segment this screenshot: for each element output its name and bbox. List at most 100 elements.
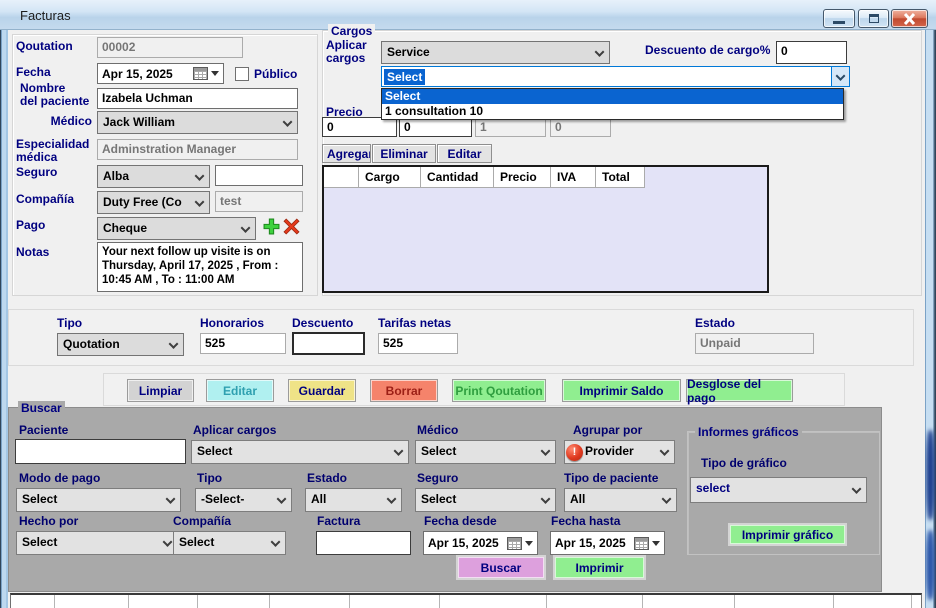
grid-column bbox=[270, 595, 350, 608]
publico-checkbox[interactable] bbox=[235, 67, 249, 81]
print-qoutation-button[interactable]: Print Qoutation bbox=[452, 379, 546, 402]
aplicar-cargos-search-value: Select bbox=[197, 444, 232, 458]
dropdown-arrow-icon bbox=[525, 541, 533, 546]
grid-header-precio[interactable]: Precio bbox=[494, 167, 551, 188]
medico-search-combobox[interactable]: Select bbox=[415, 440, 556, 464]
modo-pago-combobox[interactable]: Select bbox=[16, 488, 181, 512]
estado-label: Estado bbox=[695, 317, 735, 330]
descuento-cargo-field[interactable]: 0 bbox=[776, 41, 847, 64]
estado-search-combobox[interactable]: All bbox=[305, 488, 402, 512]
descuento-cargo-label: Descuento de cargo% bbox=[645, 44, 770, 57]
grid-header-cargo[interactable]: Cargo bbox=[359, 167, 421, 188]
aplicar-cargos-label: Aplicar cargos bbox=[326, 39, 367, 65]
client-area: Qoutation 00002 Fecha Apr 15, 2025 Públi… bbox=[8, 30, 925, 608]
especialidad-field[interactable]: Adminstration Manager bbox=[97, 139, 298, 160]
add-payment-icon[interactable] bbox=[263, 218, 280, 235]
nombre-paciente-field[interactable]: Izabela Uchman bbox=[97, 88, 298, 109]
close-button[interactable] bbox=[891, 9, 928, 28]
tipo-grafico-combobox[interactable]: select bbox=[690, 477, 867, 503]
precio-field-3[interactable]: 1 bbox=[475, 117, 546, 137]
imprimir-grafico-button[interactable]: Imprimir gráfico bbox=[728, 523, 847, 546]
seguro-combobox[interactable]: Alba bbox=[97, 165, 210, 188]
agrupar-por-value: Provider bbox=[585, 444, 634, 458]
eliminar-button[interactable]: Eliminar bbox=[372, 144, 436, 163]
tarifas-netas-field[interactable]: 525 bbox=[378, 333, 458, 354]
modo-pago-value: Select bbox=[22, 492, 57, 506]
grid-column bbox=[735, 595, 834, 608]
buscar-button[interactable]: Buscar bbox=[456, 555, 546, 580]
tipo-grafico-value: select bbox=[696, 481, 730, 495]
agregar-button[interactable]: Agregar bbox=[322, 144, 371, 163]
fecha-desde-value: Apr 15, 2025 bbox=[428, 536, 499, 550]
limpiar-button[interactable]: Limpiar bbox=[127, 379, 194, 402]
seguro-search-combobox[interactable]: Select bbox=[415, 488, 556, 512]
tipo-search-label: Tipo bbox=[197, 472, 222, 485]
cargo-item-combobox[interactable]: Select bbox=[381, 66, 850, 87]
buscar-panel: Paciente Aplicar cargos Select Médico Se… bbox=[8, 407, 882, 592]
editar-button[interactable]: Editar bbox=[206, 379, 274, 402]
minimize-button[interactable] bbox=[823, 9, 855, 28]
guardar-button[interactable]: Guardar bbox=[288, 379, 356, 402]
desktop-blob bbox=[926, 430, 935, 520]
grid-column bbox=[643, 595, 735, 608]
dropdown-option-select[interactable]: Select bbox=[382, 89, 843, 104]
compania-extra-field[interactable]: test bbox=[215, 191, 303, 212]
agrupar-por-label: Agrupar por bbox=[573, 424, 642, 437]
medico-combobox[interactable]: Jack William bbox=[97, 111, 298, 134]
dropdown-option-consultation[interactable]: 1 consultation 10 bbox=[382, 104, 843, 119]
factura-input[interactable] bbox=[316, 531, 411, 555]
grid-column bbox=[129, 595, 198, 608]
medico-search-label: Médico bbox=[417, 424, 458, 437]
delete-payment-icon[interactable] bbox=[283, 218, 300, 235]
desglose-pago-button[interactable]: Desglose del pago bbox=[686, 379, 793, 402]
tipo-search-combobox[interactable]: -Select- bbox=[195, 488, 292, 512]
notas-field[interactable]: Your next follow up visite is on Thursda… bbox=[97, 242, 303, 292]
aplicar-cargos-search-combobox[interactable]: Select bbox=[191, 440, 409, 464]
seguro-search-label: Seguro bbox=[417, 472, 458, 485]
notas-label: Notas bbox=[16, 246, 49, 259]
maximize-button[interactable] bbox=[858, 9, 889, 28]
tipo-paciente-combobox[interactable]: All bbox=[564, 488, 677, 512]
imprimir-saldo-button[interactable]: Imprimir Saldo bbox=[562, 379, 681, 402]
grid-header-total[interactable]: Total bbox=[596, 167, 645, 188]
paciente-search-input[interactable] bbox=[15, 439, 186, 464]
fecha-datepicker[interactable]: Apr 15, 2025 bbox=[97, 63, 224, 84]
borrar-button[interactable]: Borrar bbox=[370, 379, 438, 402]
medico-value: Jack William bbox=[103, 115, 175, 129]
estado-field[interactable]: Unpaid bbox=[695, 333, 814, 354]
imprimir-button[interactable]: Imprimir bbox=[553, 555, 646, 580]
qoutation-field[interactable]: 00002 bbox=[97, 37, 243, 58]
window-title: Facturas bbox=[20, 8, 71, 23]
grid-column bbox=[350, 595, 440, 608]
editar-item-button[interactable]: Editar bbox=[437, 144, 492, 163]
fecha-label: Fecha bbox=[16, 66, 51, 79]
combo-dropdown-button[interactable] bbox=[831, 67, 849, 86]
fecha-hasta-datepicker[interactable]: Apr 15, 2025 bbox=[550, 531, 665, 555]
tipo-cargo-value: Service bbox=[387, 45, 430, 59]
grid-header-cantidad[interactable]: Cantidad bbox=[421, 167, 494, 188]
seguro-extra-field[interactable] bbox=[215, 165, 303, 186]
window-border-right bbox=[925, 30, 936, 608]
chevron-down-icon bbox=[541, 494, 551, 504]
fecha-value: Apr 15, 2025 bbox=[102, 67, 173, 81]
compania-search-combobox[interactable]: Select bbox=[173, 531, 286, 555]
precio-field-2[interactable]: 0 bbox=[399, 117, 472, 137]
hecho-por-label: Hecho por bbox=[19, 515, 78, 528]
modo-pago-label: Modo de pago bbox=[19, 472, 100, 485]
fecha-desde-datepicker[interactable]: Apr 15, 2025 bbox=[423, 531, 538, 555]
results-grid[interactable] bbox=[10, 593, 922, 608]
descuento-field[interactable] bbox=[292, 332, 365, 355]
grid-header-iva[interactable]: IVA bbox=[551, 167, 596, 188]
grid-column bbox=[198, 595, 270, 608]
error-provider-icon: ! bbox=[566, 444, 583, 461]
tipo-combobox[interactable]: Quotation bbox=[57, 333, 184, 356]
precio-field-4[interactable]: 0 bbox=[550, 117, 611, 137]
grid-header-selector bbox=[324, 167, 359, 188]
tipo-cargo-combobox[interactable]: Service bbox=[381, 41, 610, 64]
compania-combobox[interactable]: Duty Free (Co bbox=[97, 191, 210, 214]
pago-value: Cheque bbox=[103, 221, 147, 235]
honorarios-field[interactable]: 525 bbox=[200, 333, 286, 354]
hecho-por-combobox[interactable]: Select bbox=[16, 531, 178, 555]
pago-combobox[interactable]: Cheque bbox=[97, 217, 256, 240]
precio-field-1[interactable]: 0 bbox=[322, 117, 397, 137]
